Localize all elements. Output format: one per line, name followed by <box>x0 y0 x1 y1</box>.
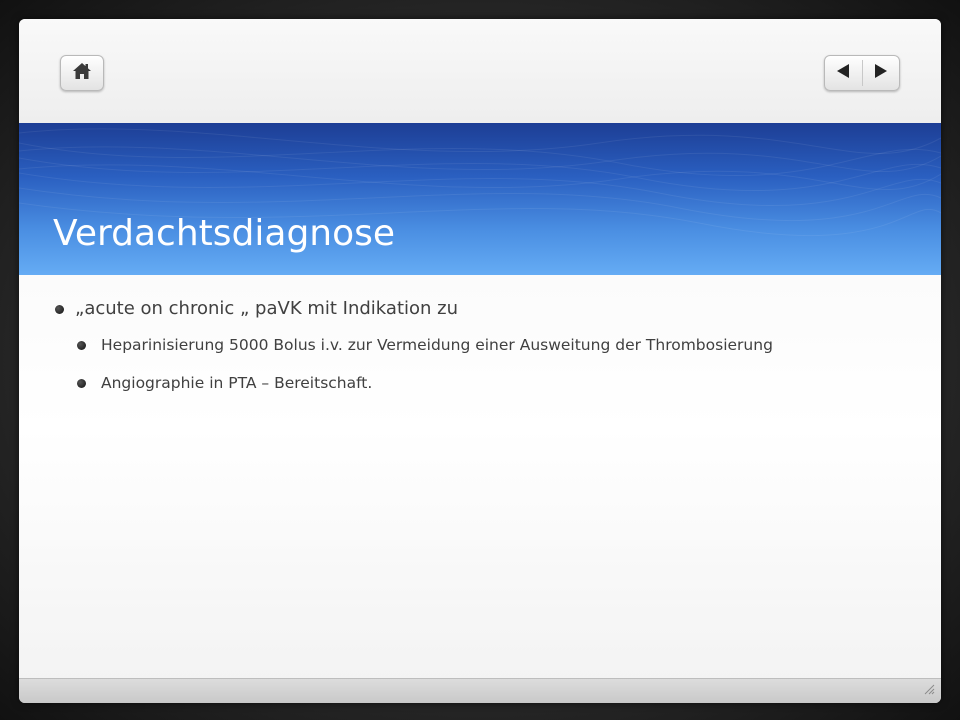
home-icon <box>72 62 92 84</box>
bullet-dot <box>55 305 64 314</box>
slide: Verdachtsdiagnose „acute on chronic „ pa… <box>19 19 941 703</box>
bullet-level2: Angiographie in PTA – Bereitschaft. <box>55 371 821 395</box>
bullet-text: Heparinisierung 5000 Bolus i.v. zur Verm… <box>101 336 773 354</box>
resize-grip-icon[interactable] <box>923 680 935 699</box>
slide-content: „acute on chronic „ paVK mit Indikation … <box>55 295 905 409</box>
triangle-left-icon <box>836 63 850 83</box>
bullet-dot <box>77 379 86 388</box>
slide-title: Verdachtsdiagnose <box>53 213 396 254</box>
bullet-text: Angiographie in PTA – Bereitschaft. <box>101 374 373 392</box>
bottom-bar <box>19 678 941 703</box>
title-band: Verdachtsdiagnose <box>19 123 941 275</box>
home-button[interactable] <box>60 55 104 91</box>
bullet-level1: „acute on chronic „ paVK mit Indikation … <box>55 295 905 323</box>
slide-navigation <box>824 55 900 91</box>
bullet-text: „acute on chronic „ paVK mit Indikation … <box>75 298 459 319</box>
triangle-right-icon <box>874 63 888 83</box>
bullet-dot <box>77 341 86 350</box>
previous-slide-button[interactable] <box>825 56 862 90</box>
bullet-level2: Heparinisierung 5000 Bolus i.v. zur Verm… <box>55 333 821 357</box>
top-toolbar <box>19 19 941 123</box>
next-slide-button[interactable] <box>862 56 899 90</box>
